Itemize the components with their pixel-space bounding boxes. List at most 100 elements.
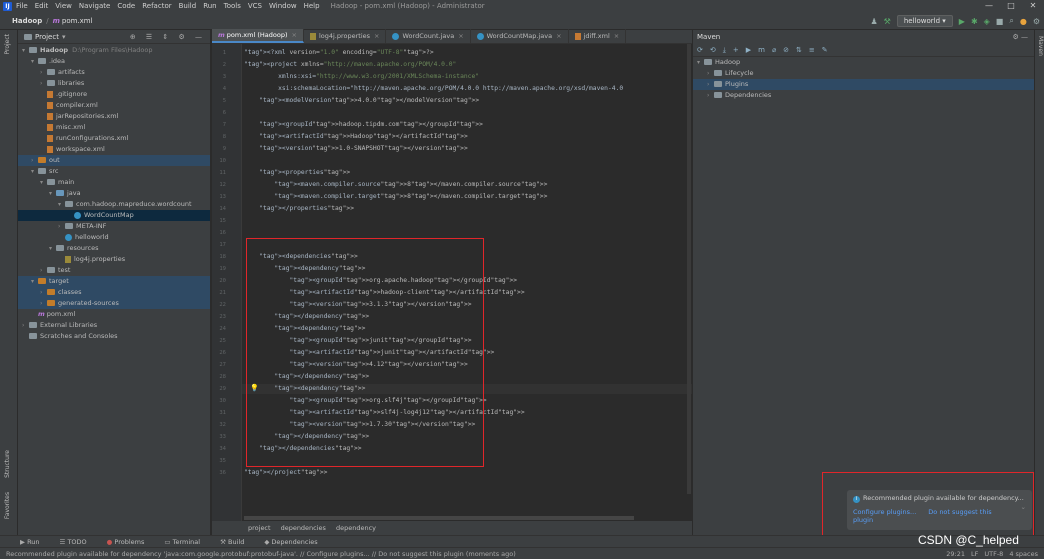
expand-arrow-icon[interactable]: › (58, 221, 65, 232)
tree-item[interactable]: m pom.xml (18, 309, 210, 320)
code-line[interactable]: "tag"><groupId"tag">>hadoop.tipdm.com"ta… (244, 120, 483, 130)
nav-project[interactable]: Hadoop (12, 17, 42, 25)
expand-arrow-icon[interactable]: › (707, 90, 714, 101)
expand-arrow-icon[interactable]: ▾ (49, 188, 56, 199)
expand-arrow-icon[interactable]: ▾ (40, 177, 47, 188)
tree-item[interactable]: log4j.properties (18, 254, 210, 265)
maven-tree-item[interactable]: › Lifecycle (693, 68, 1034, 79)
add-icon[interactable]: ⟲ (710, 46, 716, 54)
toolwindow-build[interactable]: ⚒ Build (210, 538, 244, 546)
toolwindow-run[interactable]: ▶ Run (10, 538, 40, 546)
close-tab-icon[interactable]: × (291, 31, 296, 39)
expand-arrow-icon[interactable]: › (31, 155, 38, 166)
indent-setting[interactable]: 4 spaces (1009, 550, 1038, 558)
menu-help[interactable]: Help (304, 2, 320, 10)
tree-item[interactable]: misc.xml (18, 122, 210, 133)
maven-m-icon[interactable]: m (758, 46, 765, 54)
code-line[interactable]: "tag"><version"tag">>1.0-SNAPSHOT"tag"><… (244, 144, 468, 154)
tree-item[interactable]: ▾ src (18, 166, 210, 177)
code-line[interactable]: "tag"><?xml version="1.0" encoding="UTF-… (244, 48, 434, 58)
close-tab-icon[interactable]: × (614, 32, 619, 40)
minimize-icon[interactable]: — (978, 0, 1000, 12)
tree-item[interactable]: ▾ com.hadoop.mapreduce.wordcount (18, 199, 210, 210)
tree-item[interactable]: › artifacts (18, 67, 210, 78)
menu-navigate[interactable]: Navigate (79, 2, 110, 10)
tree-item[interactable]: runConfigurations.xml (18, 133, 210, 144)
editor-tab[interactable]: WordCountMap.java × (471, 29, 569, 43)
vertical-scrollbar[interactable] (687, 44, 691, 494)
line-separator[interactable]: LF (971, 550, 978, 558)
close-tab-icon[interactable]: × (458, 32, 463, 40)
download-icon[interactable]: ⤓ (723, 46, 726, 55)
project-panel-tools[interactable]: ⊕ ☰ ⇕ ⚙ — (130, 33, 206, 41)
settings-icon[interactable]: ⚙ (1033, 17, 1040, 26)
code-line[interactable]: "tag"></project"tag">> (244, 468, 327, 478)
menu-code[interactable]: Code (117, 2, 135, 10)
tree-item[interactable]: ▾ resources (18, 243, 210, 254)
expand-arrow-icon[interactable]: › (40, 287, 47, 298)
tree-item[interactable]: › classes (18, 287, 210, 298)
run-icon[interactable]: ▶ (959, 17, 965, 26)
tree-item[interactable]: Scratches and Consoles (18, 331, 210, 342)
editor-tab[interactable]: jdiff.xml × (569, 29, 627, 43)
tree-item[interactable]: jarRepositories.xml (18, 111, 210, 122)
toolwindow-dependencies[interactable]: ◆ Dependencies (254, 538, 317, 546)
code-line[interactable]: "tag"></properties"tag">> (244, 204, 354, 214)
favorites-side-tab[interactable]: Favorites (4, 492, 11, 519)
toggle-offline-icon[interactable]: ⌀ (772, 46, 776, 54)
coverage-icon[interactable]: ◈ (984, 17, 990, 26)
build-hammer-icon[interactable]: ⚒ (884, 17, 891, 26)
code-line[interactable]: "tag"><maven.compiler.source"tag">>8"tag… (244, 180, 547, 190)
toolwindow-todo[interactable]: ☰ TODO (50, 538, 87, 546)
expand-arrow-icon[interactable]: › (40, 298, 47, 309)
status-message[interactable]: Recommended plugin available for depende… (6, 550, 516, 558)
toolwindow-problems[interactable]: ● Problems (97, 538, 145, 546)
expand-arrow-icon[interactable]: › (40, 78, 47, 89)
maven-tree-item[interactable]: ▾ Hadoop (693, 57, 1034, 68)
menu-window[interactable]: Window (269, 2, 297, 10)
expand-arrow-icon[interactable]: ▾ (697, 57, 704, 68)
tree-item[interactable]: ▾ main (18, 177, 210, 188)
maven-tree-item[interactable]: › Plugins (693, 79, 1034, 90)
collapse-icon[interactable]: ≡ (809, 46, 815, 54)
update-icon[interactable]: ● (1020, 17, 1027, 26)
project-side-tab[interactable]: Project (4, 34, 11, 55)
breadcrumb-item[interactable]: dependencies (281, 524, 326, 532)
code-line[interactable]: "tag"><maven.compiler.target"tag">>8"tag… (244, 192, 547, 202)
file-encoding[interactable]: UTF-8 (984, 550, 1003, 558)
stop-icon[interactable]: ■ (996, 17, 1004, 26)
close-icon[interactable]: ✕ (1022, 0, 1044, 12)
show-deps-icon[interactable]: ⇅ (796, 46, 802, 54)
tree-item[interactable]: ▾ java (18, 188, 210, 199)
tree-item[interactable]: › generated-sources (18, 298, 210, 309)
expand-arrow-icon[interactable]: ▾ (49, 243, 56, 254)
tree-item[interactable]: › libraries (18, 78, 210, 89)
maximize-icon[interactable]: □ (1000, 0, 1022, 12)
editor-tab[interactable]: log4j.properties × (304, 29, 387, 43)
tree-item[interactable]: helloworld (18, 232, 210, 243)
menu-run[interactable]: Run (203, 2, 216, 10)
tree-item[interactable]: ▾ target (18, 276, 210, 287)
execute-icon[interactable]: ▶ (746, 46, 751, 54)
editor-tab[interactable]: m pom.xml (Hadoop) × (212, 29, 304, 43)
breadcrumb-item[interactable]: project (248, 524, 271, 532)
expand-arrow-icon[interactable]: › (22, 320, 29, 331)
expand-arrow-icon[interactable]: ▾ (31, 56, 38, 67)
wrench-icon[interactable]: ✎ (822, 46, 828, 54)
menu-view[interactable]: View (55, 2, 72, 10)
run-config-select[interactable]: helloworld ▾ (896, 15, 953, 27)
expand-arrow-icon[interactable]: ▾ (58, 199, 65, 210)
expand-arrow-icon[interactable]: ▾ (31, 166, 38, 177)
maven-panel-settings-icon[interactable]: ⚙ — (1012, 33, 1028, 41)
close-tab-icon[interactable]: × (556, 32, 561, 40)
maven-tree-item[interactable]: › Dependencies (693, 90, 1034, 101)
caret-position[interactable]: 29:21 (946, 550, 965, 558)
expand-arrow-icon[interactable]: › (707, 68, 714, 79)
code-line[interactable]: "tag"><properties"tag">> (244, 168, 350, 178)
tree-item[interactable]: ▾ .idea (18, 56, 210, 67)
expand-arrow-icon[interactable]: ▾ (22, 45, 29, 56)
debug-icon[interactable]: ✱ (971, 17, 978, 26)
project-panel-title[interactable]: Project (35, 33, 59, 41)
code-line[interactable]: "tag"><artifactId"tag">>Hadoop"tag"></ar… (244, 132, 468, 142)
menu-vcs[interactable]: VCS (248, 2, 262, 10)
